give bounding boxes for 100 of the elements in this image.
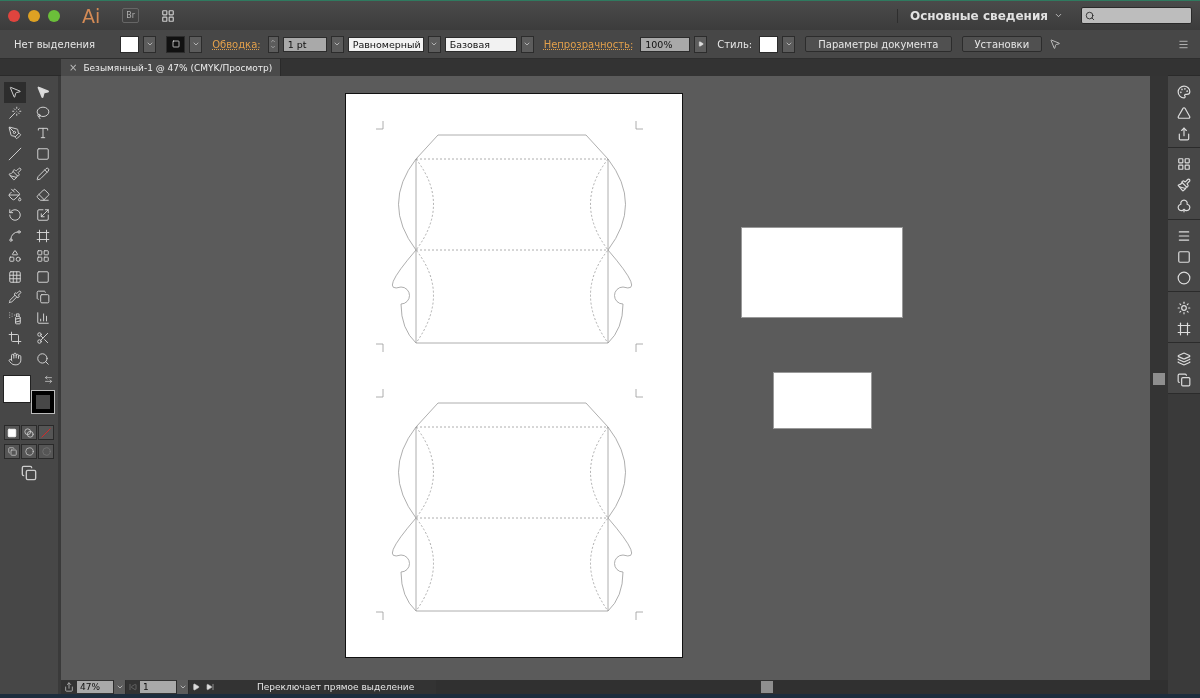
copy-icon [7, 447, 17, 456]
status-icon[interactable] [64, 682, 74, 692]
artboard-field[interactable]: 1 [140, 681, 176, 693]
lasso-icon [36, 105, 50, 120]
square-icon [171, 40, 180, 48]
layers-icon [1177, 352, 1191, 366]
app-logo: Ai [82, 4, 101, 27]
draw-mode-button[interactable] [21, 444, 37, 459]
grid-icon [8, 269, 22, 284]
curve-icon [8, 228, 22, 243]
stepper-button[interactable] [267, 35, 279, 53]
draw-mode-button[interactable] [4, 444, 20, 459]
pen-icon [8, 126, 22, 141]
brush-icon [8, 167, 22, 182]
selection-label: Нет выделения [14, 38, 96, 50]
screen-mode-icon[interactable] [21, 465, 37, 481]
blend-icon [24, 427, 34, 438]
brush-icon [1177, 178, 1191, 192]
stroke-link[interactable]: Обводка: [212, 38, 261, 50]
close-tab-button[interactable]: × [69, 62, 78, 73]
panel-menu-icon[interactable] [1178, 38, 1189, 50]
rotate-icon [8, 208, 22, 223]
hand-icon [8, 351, 22, 366]
play-icon [697, 41, 704, 47]
triangle-icon [1177, 106, 1191, 120]
dropdown-button[interactable] [427, 35, 441, 53]
wand-icon [8, 105, 22, 120]
toolbar-button[interactable]: Установки [961, 36, 1043, 52]
caret-icon [178, 683, 187, 691]
opacity-field[interactable]: 100% [640, 36, 691, 52]
circle-icon [24, 447, 34, 456]
scale-icon [36, 208, 50, 223]
text-icon [36, 126, 50, 141]
club-icon [1177, 199, 1191, 213]
dropdown-button[interactable] [189, 35, 203, 53]
zoom-field[interactable]: 47% [77, 681, 113, 693]
swap-icon[interactable] [44, 375, 53, 384]
caret-icon [523, 40, 532, 48]
arrow-pointer-icon [36, 85, 50, 100]
caret-icon [145, 40, 154, 48]
minimize-button[interactable] [28, 9, 40, 22]
circle-icon [1177, 271, 1191, 285]
gradient-mode-button[interactable] [21, 425, 37, 440]
toolbar-button[interactable]: Параметры документа [805, 36, 952, 52]
caret-icon [1054, 11, 1063, 20]
copy-icon [1177, 373, 1191, 387]
shapes-icon [8, 249, 22, 264]
palette-icon [1177, 85, 1191, 99]
close-button[interactable] [8, 9, 20, 22]
square-icon [7, 427, 17, 438]
fill-swatch[interactable] [120, 35, 140, 53]
workspace-switcher[interactable]: Основные сведения [897, 8, 1063, 23]
document-tab[interactable]: × Безымянный-1 @ 47% (CMYK/Просмотр) [61, 59, 282, 76]
caret-icon [333, 40, 342, 48]
arrow-button[interactable] [694, 35, 708, 53]
caret-icon [784, 40, 793, 48]
rectangle-icon [1177, 250, 1191, 264]
none-mode-button[interactable] [38, 425, 54, 440]
profile-field[interactable]: Равномерный [347, 36, 424, 52]
caret-icon [115, 683, 124, 691]
dropdown-button[interactable] [520, 35, 534, 53]
tool-button[interactable] [4, 82, 26, 103]
menu-icon [1177, 229, 1191, 243]
bridge-button[interactable]: Br [122, 8, 140, 23]
search-field[interactable] [1081, 7, 1192, 24]
color-mode-button[interactable] [4, 425, 20, 440]
copy-icon [36, 290, 50, 305]
grid-icon [36, 249, 50, 264]
last-page-icon[interactable] [206, 683, 214, 691]
caret-icon [430, 40, 439, 48]
style-label: Стиль: [717, 38, 753, 50]
grid-icon [1177, 157, 1191, 171]
stroke-swatch[interactable] [32, 391, 54, 413]
vertical-scrollbar[interactable] [1150, 76, 1168, 680]
share-icon [1177, 127, 1191, 141]
scissors-icon [36, 331, 50, 346]
fill-swatch[interactable] [3, 375, 31, 403]
eraser-icon [36, 187, 50, 202]
brush-field[interactable]: Базовая [444, 36, 517, 52]
caret-icon [191, 40, 200, 48]
next-icon[interactable] [192, 683, 200, 691]
slash-icon [41, 427, 51, 438]
circle-icon [41, 447, 51, 456]
stroke-weight-field[interactable]: 1 pt [282, 36, 327, 52]
paint-bucket-icon [8, 187, 22, 202]
zoom-button[interactable] [48, 9, 60, 22]
spray-can-icon [8, 310, 22, 325]
stroke-swatch[interactable] [166, 35, 186, 53]
dropdown-button[interactable] [330, 35, 344, 53]
status-message: Переключает прямое выделение [257, 682, 415, 692]
arrow-pointer-icon [8, 85, 22, 100]
search-icon [1085, 10, 1095, 21]
layout-icon[interactable] [161, 8, 176, 23]
rectangle-icon [36, 146, 50, 161]
rectangle-icon [36, 269, 50, 284]
style-swatch[interactable] [759, 35, 779, 53]
document-title: Безымянный-1 @ 47% (CMYK/Просмотр) [83, 62, 273, 73]
search-icon [36, 351, 50, 366]
bar-chart-icon [36, 310, 50, 325]
opacity-link[interactable]: Непрозрачность: [543, 38, 634, 50]
